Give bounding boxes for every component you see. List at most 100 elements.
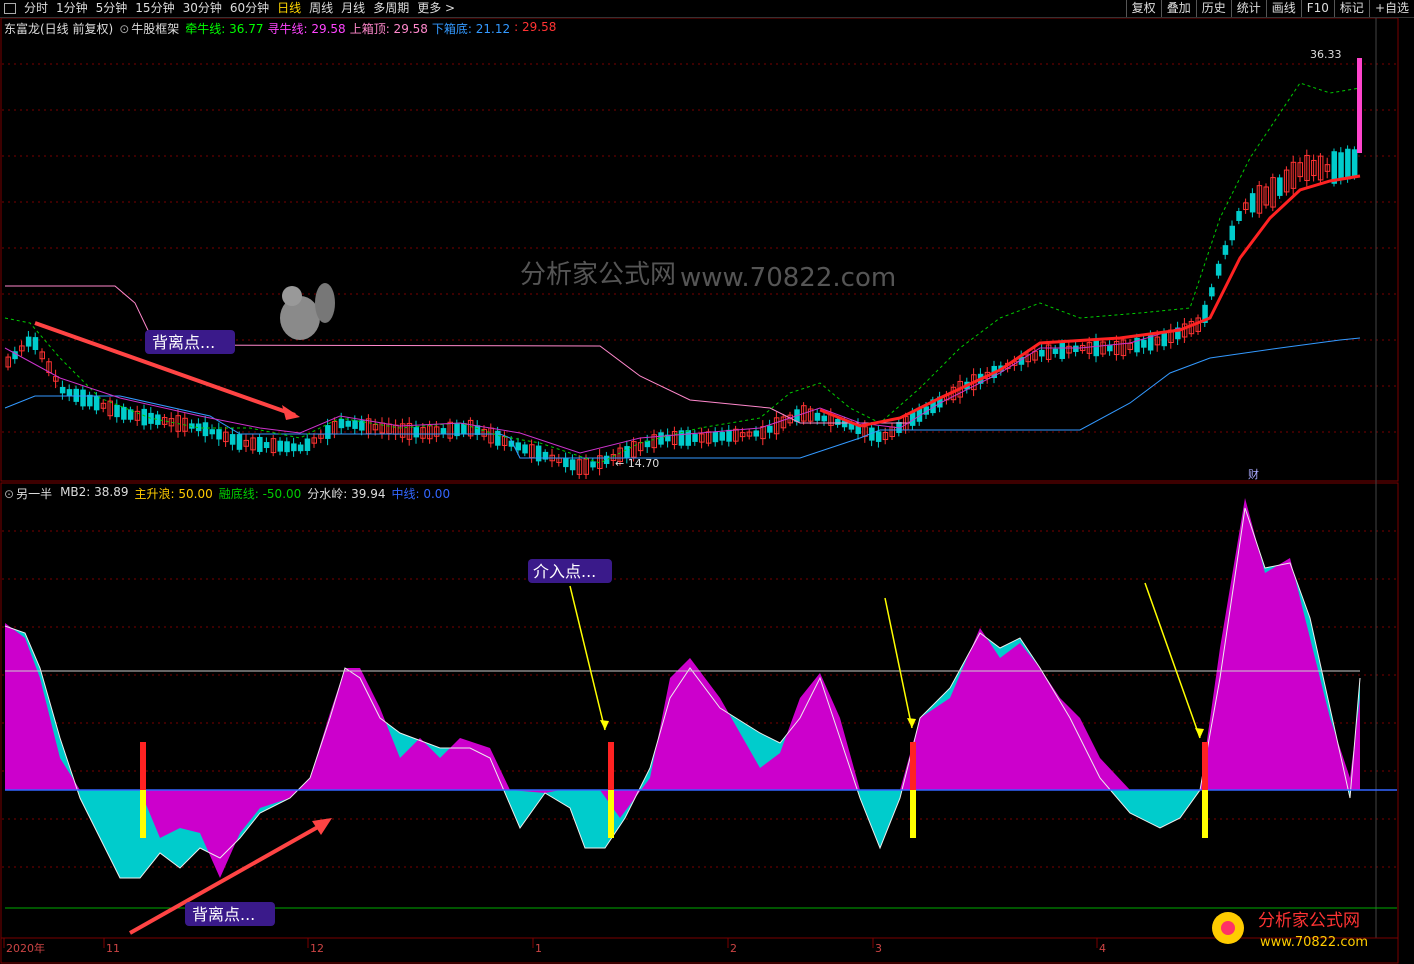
candle-body xyxy=(535,445,542,462)
candle-body xyxy=(1236,211,1242,221)
candle-body xyxy=(114,404,120,418)
main-legend-item-2: 上箱顶: 29.58 xyxy=(349,22,428,36)
tab-8[interactable]: 月线 xyxy=(337,0,369,17)
candle-body xyxy=(1229,225,1235,241)
toolbar-button-1[interactable]: 叠加 xyxy=(1160,0,1196,17)
toolbar-button-5[interactable]: F10 xyxy=(1300,0,1334,17)
squirrel-head xyxy=(282,286,302,306)
tab-9[interactable]: 多周期 xyxy=(369,0,413,17)
candle-body xyxy=(87,394,93,407)
candle-body xyxy=(1039,349,1045,357)
candle-body xyxy=(835,418,841,425)
toolbar-button-6[interactable]: 标记 xyxy=(1333,0,1369,17)
candle-body xyxy=(440,428,447,434)
time-label-1: 11 xyxy=(106,942,120,955)
logo-flower-center xyxy=(1221,921,1235,935)
cai-label: 财 xyxy=(1248,467,1259,481)
candles xyxy=(5,145,1358,479)
candle-body xyxy=(304,438,311,451)
main-legend: 东富龙(日线 前复权) ⊙ 牛股框架 牵牛线: 36.77 寻牛线: 29.58 上… xyxy=(4,20,556,37)
candle-body xyxy=(32,337,39,350)
toolbar-button-2[interactable]: 历史 xyxy=(1195,0,1231,17)
toolbar-button-7[interactable]: +自选 xyxy=(1368,0,1414,17)
candle-body xyxy=(352,420,358,429)
indicator-toggle-icon[interactable]: ⊙ xyxy=(119,22,129,36)
candle-body xyxy=(726,429,732,442)
divergence-label-bottom: 背离点... xyxy=(192,905,255,924)
toolbar-button-4[interactable]: 画线 xyxy=(1265,0,1301,17)
sub-indicator-toggle-icon[interactable]: ⊙ xyxy=(4,487,14,501)
candle-body xyxy=(25,336,32,347)
toolbar-button-3[interactable]: 统计 xyxy=(1230,0,1266,17)
time-label-5: 3 xyxy=(875,942,882,955)
time-label-3: 1 xyxy=(535,942,542,955)
candle-body xyxy=(141,408,147,426)
candle-body xyxy=(66,389,73,397)
tab-3[interactable]: 15分钟 xyxy=(131,0,178,17)
candle-body xyxy=(753,430,759,437)
candle-body xyxy=(1351,149,1358,177)
tab-4[interactable]: 30分钟 xyxy=(179,0,226,17)
candle-body xyxy=(1052,348,1059,354)
signal-bar-yellow-3 xyxy=(1202,790,1208,838)
candle-body xyxy=(569,459,576,471)
candle-body xyxy=(563,457,569,468)
tab-10[interactable]: 更多 > xyxy=(413,0,459,17)
divergence-arrowhead-top xyxy=(282,405,300,420)
signal-bar-yellow-0 xyxy=(140,790,146,838)
candle-body xyxy=(1141,339,1147,348)
time-label-6: 4 xyxy=(1099,942,1106,955)
entry-arrow-0 xyxy=(569,585,606,731)
tab-7[interactable]: 周线 xyxy=(305,0,337,17)
candle-body xyxy=(73,388,79,402)
sub-legend-item-1: 主升浪: 50.00 xyxy=(134,487,213,501)
tab-2[interactable]: 5分钟 xyxy=(92,0,132,17)
tab-6[interactable]: 日线 xyxy=(273,0,305,17)
candle-body xyxy=(875,431,882,442)
tab-0[interactable]: 分时 xyxy=(20,0,52,17)
candle-body xyxy=(1215,263,1222,276)
divergence-label-top: 背离点... xyxy=(152,333,215,352)
candle-body xyxy=(590,461,596,468)
candle-body xyxy=(1249,193,1256,213)
sub-legend-item-3: 分水岭: 39.94 xyxy=(307,487,386,501)
signal-bar-yellow-2 xyxy=(910,790,916,838)
candle-body xyxy=(495,430,501,446)
candle-body xyxy=(1338,152,1344,180)
entry-arrow-2 xyxy=(1144,582,1201,739)
sub-legend: ⊙ 另一半 MB2: 38.89 主升浪: 50.00 融底线: -50.00 分水岭… xyxy=(4,485,450,502)
sub-indicator-name[interactable]: 另一半 xyxy=(16,485,52,502)
main-indicator-name[interactable]: 牛股框架 xyxy=(131,20,179,37)
candle-body xyxy=(413,427,419,438)
candle-body xyxy=(263,442,270,449)
tab-1[interactable]: 1分钟 xyxy=(52,0,92,17)
main-legend-item-0: 牵牛线: 36.77 xyxy=(185,22,264,36)
low-price-label: ← 14.70 xyxy=(615,457,659,470)
candle-body xyxy=(209,429,215,435)
menu-icon[interactable] xyxy=(4,3,16,14)
high-price-label: 36.33 xyxy=(1310,48,1342,61)
candle-body xyxy=(338,418,345,429)
candle-body xyxy=(93,396,100,411)
main-legend-item-4: : 29.58 xyxy=(514,20,557,34)
time-axis xyxy=(0,937,1399,964)
period-toolbar: 分时 1分钟 5分钟 15分钟 30分钟 60分钟 日线 周线 月线 多周期 更多 > 复权 叠加 历史… xyxy=(0,0,1414,18)
time-label-2: 12 xyxy=(310,942,324,955)
signal-bar-red-2 xyxy=(910,742,916,790)
candle-body xyxy=(80,389,86,407)
candle-body xyxy=(345,420,351,427)
candle-body xyxy=(603,455,610,465)
candle-body xyxy=(1161,332,1167,347)
candle-body xyxy=(1059,342,1065,359)
candle-body xyxy=(1073,345,1079,353)
entry-arrowhead-2 xyxy=(1195,728,1204,738)
candle-body xyxy=(1277,177,1283,196)
tab-5[interactable]: 60分钟 xyxy=(226,0,273,17)
candle-body xyxy=(236,434,243,450)
candle-body xyxy=(216,429,222,440)
candle-body xyxy=(474,425,481,435)
candle-body xyxy=(685,430,691,446)
candle-body xyxy=(1107,344,1113,352)
toolbar-button-0[interactable]: 复权 xyxy=(1125,0,1161,17)
candle-body xyxy=(1222,245,1229,255)
